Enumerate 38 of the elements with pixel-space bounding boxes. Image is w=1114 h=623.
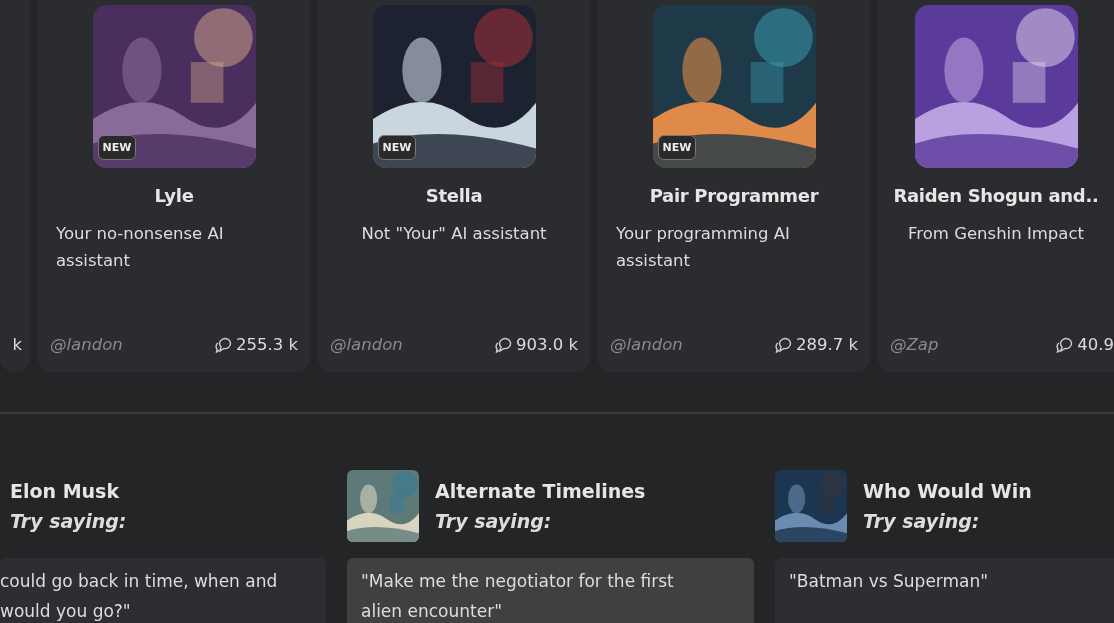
chat-icon xyxy=(774,336,793,353)
chat-count: k xyxy=(12,335,22,354)
character-name: Lyle xyxy=(153,185,195,206)
creator-handle[interactable]: @landon xyxy=(330,335,403,354)
suggestion-title: Elon Musk xyxy=(10,480,121,502)
try-saying-label: Try saying: xyxy=(435,510,553,532)
try-saying-label: Try saying: xyxy=(863,510,981,532)
suggestion-prompt[interactable]: could go back in time, when and would you go?" xyxy=(0,558,326,623)
character-description: Not "Your" AI assistant xyxy=(361,224,547,243)
chat-icon xyxy=(1056,336,1075,353)
creator-handle[interactable]: @Zap xyxy=(890,335,939,354)
character-card[interactable]: NEW Lyle Your no-nonsense AI assistant @landon 255.3 k xyxy=(38,0,310,372)
chat-count: 40.9 xyxy=(1077,335,1114,354)
chat-count: 255.3 k xyxy=(235,335,298,354)
creator-handle[interactable]: @landon xyxy=(50,335,123,354)
character-description: Your programming AI assistant xyxy=(616,224,790,270)
new-badge: NEW xyxy=(657,135,697,160)
new-badge: NEW xyxy=(97,135,137,160)
character-description: From Genshin Impact xyxy=(908,224,1084,243)
character-card[interactable]: NEW Stella Not "Your" AI assistant @landon 903.0 k xyxy=(318,0,590,372)
character-name: Raiden Shogun and.. xyxy=(892,185,1100,206)
suggestion-prompt[interactable]: "Batman vs Superman" xyxy=(775,558,1114,623)
character-card[interactable]: k xyxy=(0,0,30,372)
character-description: Your no-nonsense AI assistant xyxy=(56,224,224,270)
chat-count: 903.0 k xyxy=(515,335,578,354)
try-saying-label: Try saying: xyxy=(10,510,127,532)
creator-handle[interactable]: @landon xyxy=(610,335,683,354)
suggestion-title: Who Would Win xyxy=(863,480,1032,502)
character-name: Stella xyxy=(424,185,484,206)
character-card[interactable]: NEW Pair Programmer Your programming AI assistant @landon 289.7 k xyxy=(598,0,870,372)
suggestion-prompt[interactable]: "Make me the negotiator for the first alien encounter" xyxy=(347,558,754,623)
new-badge: NEW xyxy=(377,135,417,160)
character-card[interactable]: Raiden Shogun and.. From Genshin Impact @Zap 40.9 xyxy=(878,0,1114,372)
character-name: Pair Programmer xyxy=(648,185,820,206)
chat-icon xyxy=(494,336,513,353)
chat-count: 289.7 k xyxy=(795,335,858,354)
suggestion-title: Alternate Timelines xyxy=(435,480,646,502)
chat-icon xyxy=(214,336,233,353)
